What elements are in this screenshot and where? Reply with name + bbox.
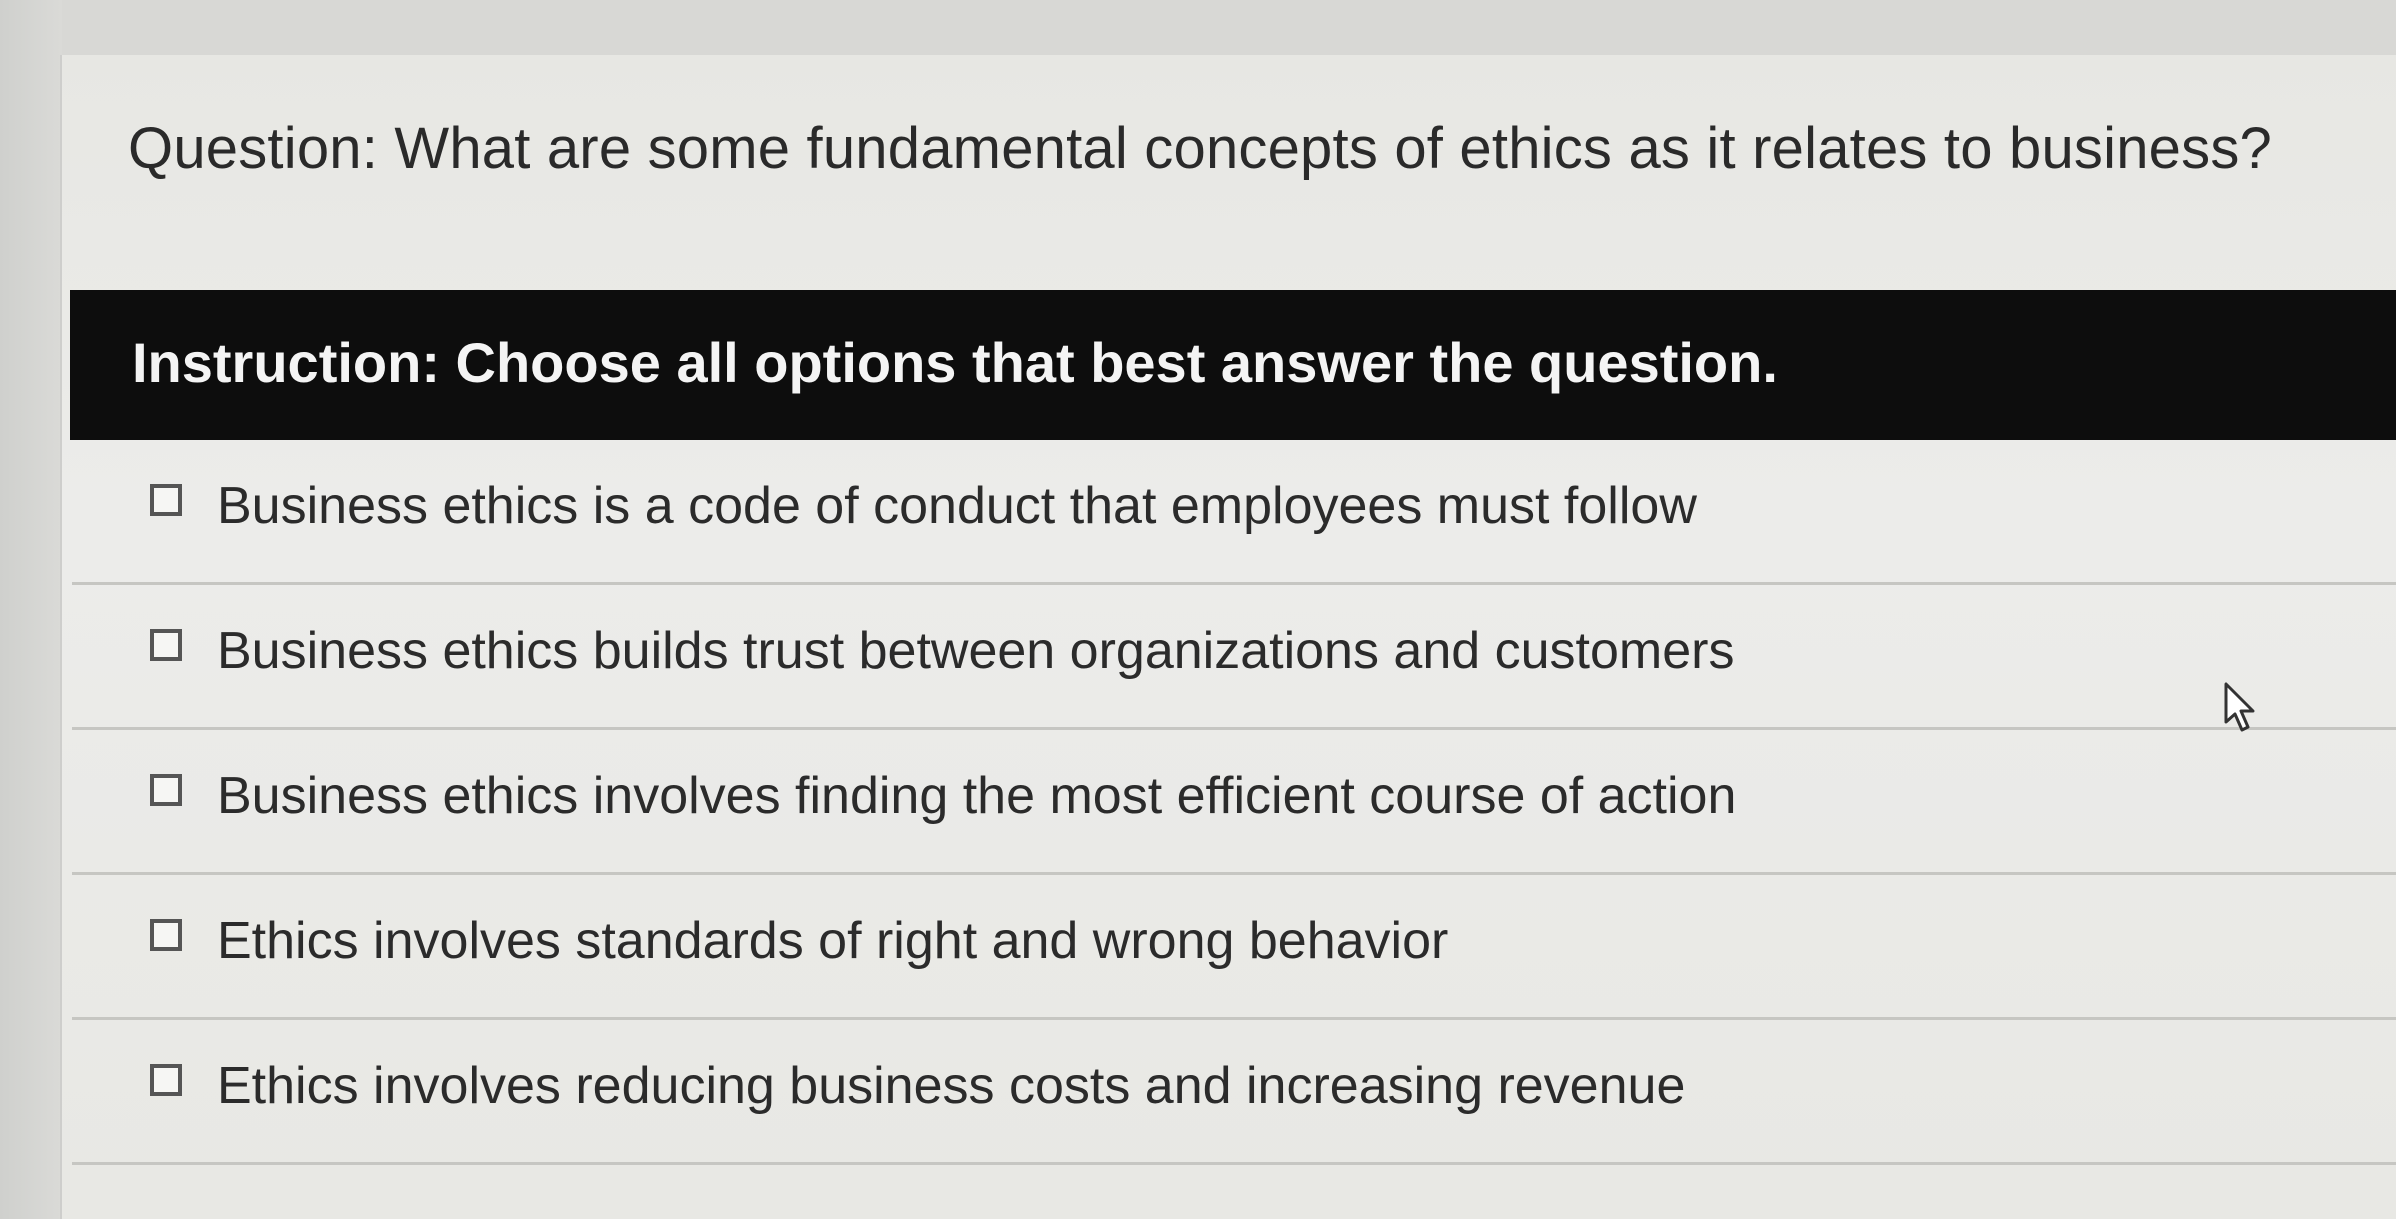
question-text: Question: What are some fundamental conc… <box>128 116 2272 181</box>
option-row[interactable]: Business ethics involves finding the mos… <box>72 730 2396 875</box>
option-label[interactable]: Ethics involves reducing business costs … <box>217 1056 1685 1116</box>
option-label[interactable]: Business ethics is a code of conduct tha… <box>217 476 1697 536</box>
option-row[interactable]: Ethics involves standards of right and w… <box>72 875 2396 1020</box>
option-row[interactable]: Ethics involves reducing business costs … <box>72 1020 2396 1165</box>
option-label[interactable]: Business ethics involves finding the mos… <box>217 766 1736 826</box>
instruction-text: Instruction: Choose all options that bes… <box>132 331 1778 394</box>
option-label[interactable]: Business ethics builds trust between org… <box>217 621 1734 681</box>
checkbox-unchecked-icon[interactable] <box>150 484 182 516</box>
option-label[interactable]: Ethics involves standards of right and w… <box>217 911 1448 971</box>
option-row[interactable]: Business ethics is a code of conduct tha… <box>72 440 2396 585</box>
checkbox-unchecked-icon[interactable] <box>150 774 182 806</box>
page-left-margin <box>0 0 62 1219</box>
checkbox-unchecked-icon[interactable] <box>150 1064 182 1096</box>
option-row[interactable]: Business ethics builds trust between org… <box>72 585 2396 730</box>
options-list: Business ethics is a code of conduct tha… <box>72 440 2396 1165</box>
instruction-bar: Instruction: Choose all options that bes… <box>70 290 2396 440</box>
mouse-pointer-icon <box>2224 682 2255 732</box>
checkbox-unchecked-icon[interactable] <box>150 919 182 951</box>
checkbox-unchecked-icon[interactable] <box>150 629 182 661</box>
page-top-background <box>0 0 2396 55</box>
